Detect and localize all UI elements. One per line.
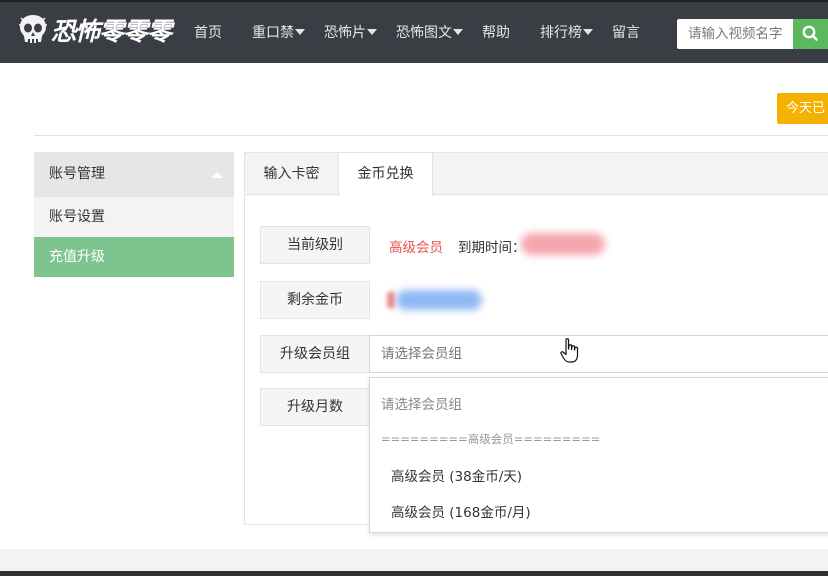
caret-down-icon <box>453 29 463 35</box>
search-input[interactable]: 请输入视频名字 <box>677 19 793 49</box>
level-label: 当前级别 <box>260 226 370 264</box>
hand-cursor-icon <box>560 338 579 363</box>
coins-label: 剩余金币 <box>260 281 370 319</box>
nav-horror-movies[interactable]: 恐怖片 <box>324 24 377 42</box>
redacted-coins-value <box>396 290 482 310</box>
dropdown-option-daily[interactable]: 高级会员 (38金币/天) <box>370 465 828 485</box>
divider <box>34 135 828 136</box>
skull-icon <box>19 15 47 43</box>
search-icon <box>802 25 818 41</box>
dropdown-placeholder-option[interactable]: 请选择会员组 <box>370 393 828 413</box>
footer-band <box>0 549 828 571</box>
nav-label: 留言 <box>612 25 640 41</box>
sidebar-item-recharge[interactable]: 充值升级 <box>34 237 234 277</box>
checkin-button[interactable]: 今天已 <box>777 93 828 124</box>
caret-down-icon <box>367 29 377 35</box>
member-group-label: 升级会员组 <box>260 335 370 373</box>
tab-coin-exchange[interactable]: 金币兑换 <box>338 153 433 196</box>
months-label: 升级月数 <box>260 388 370 426</box>
caret-down-icon <box>583 29 593 35</box>
search-button[interactable] <box>793 19 828 49</box>
sidebar-header-account[interactable]: 账号管理 <box>34 152 234 197</box>
caret-down-icon <box>295 29 305 35</box>
nav-help[interactable]: 帮助 <box>482 24 510 42</box>
logo-text: 恐怖零零零 <box>51 17 172 46</box>
redacted-coins-prefix <box>387 291 395 309</box>
expire-label: 到期时间： <box>458 240 526 256</box>
nav-label: 帮助 <box>482 25 510 41</box>
site-header: 恐怖零零零 首页 重口禁 恐怖片 恐怖图文 帮助 排行榜 留言 请输入视频名字 <box>0 2 828 63</box>
nav-heavy[interactable]: 重口禁 <box>252 24 305 42</box>
nav-home[interactable]: 首页 <box>194 24 222 42</box>
sidebar-item-label: 账号设置 <box>49 209 105 225</box>
level-value: 高级会员 <box>389 240 443 256</box>
footer-bar <box>0 571 828 576</box>
member-group-select[interactable]: 请选择会员组 <box>369 335 828 373</box>
sidebar-item-label: 充值升级 <box>49 249 105 265</box>
sidebar-header-label: 账号管理 <box>49 166 105 182</box>
nav-horror-stories[interactable]: 恐怖图文 <box>396 24 463 42</box>
nav-label: 首页 <box>194 25 222 41</box>
redacted-expire-date <box>521 233 605 255</box>
arrow-up-icon <box>211 172 223 178</box>
tab-bar: 输入卡密 金币兑换 <box>245 153 828 196</box>
dropdown-group-header: =========高级会员========= <box>381 432 601 446</box>
sidebar-item-account-settings[interactable]: 账号设置 <box>34 197 234 237</box>
nav-label: 排行榜 <box>540 25 582 41</box>
nav-guestbook[interactable]: 留言 <box>612 24 640 42</box>
dropdown-option-monthly[interactable]: 高级会员 (168金币/月) <box>370 501 828 521</box>
tab-card-code[interactable]: 输入卡密 <box>245 153 338 195</box>
nav-ranking[interactable]: 排行榜 <box>540 24 593 42</box>
member-group-dropdown: 请选择会员组 =========高级会员========= 高级会员 (38金币… <box>369 377 828 533</box>
site-logo[interactable]: 恐怖零零零 <box>17 12 172 48</box>
nav-label: 重口禁 <box>252 25 294 41</box>
nav-label: 恐怖片 <box>324 25 366 41</box>
nav-label: 恐怖图文 <box>396 25 452 41</box>
